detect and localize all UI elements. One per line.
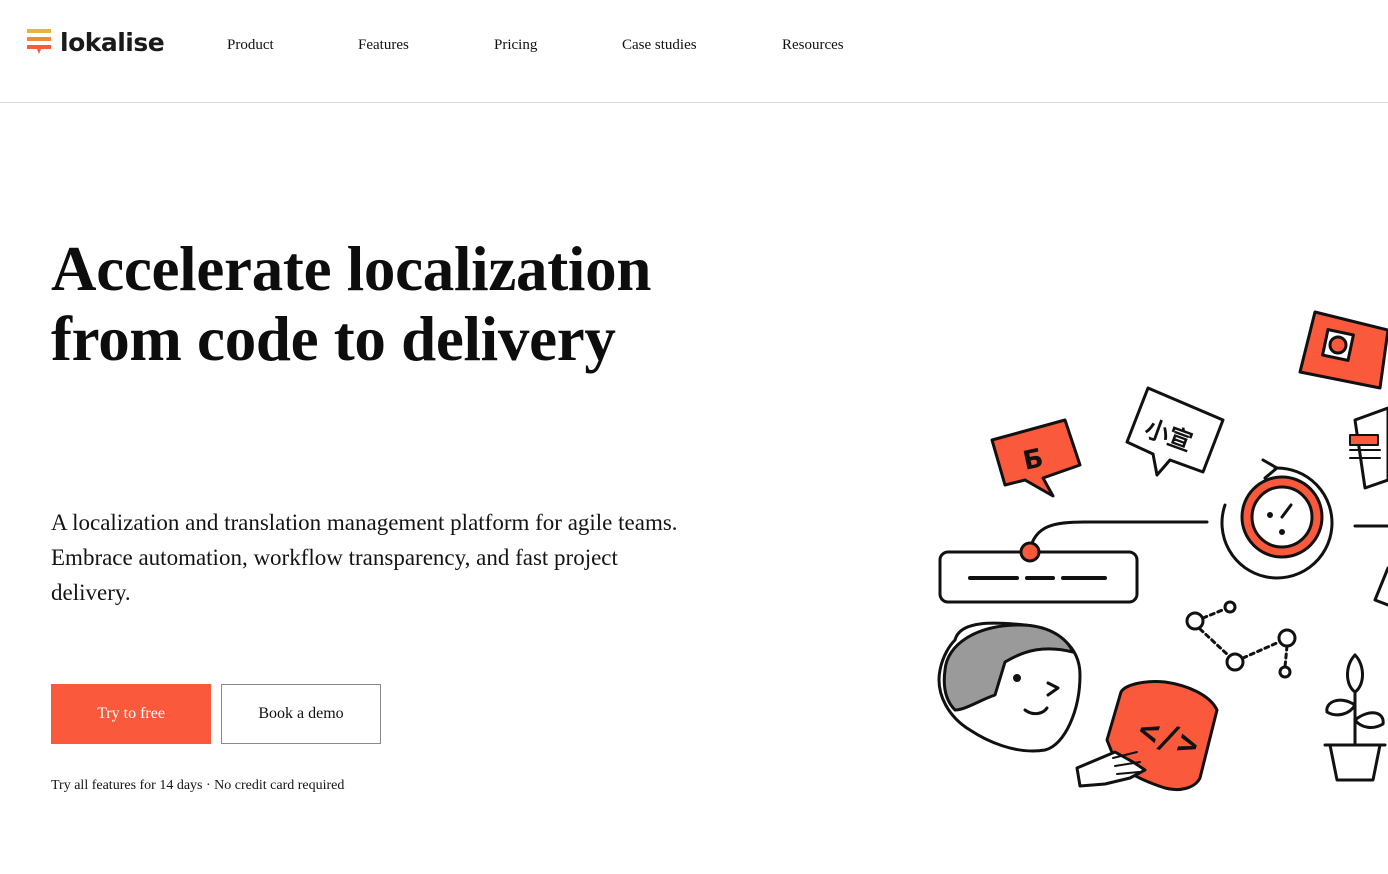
flag-icon <box>1298 310 1388 390</box>
code-tag-icon: </> <box>1075 680 1219 792</box>
nav-item-resources[interactable]: Resources <box>782 35 844 55</box>
hero-title-line-2: from code to delivery <box>51 304 616 374</box>
network-icon <box>1185 600 1297 679</box>
site-header: lokalise Product Features Pricing Case s… <box>0 0 1388 103</box>
clock-icon <box>1220 458 1334 580</box>
lokalise-logo-icon <box>27 29 51 54</box>
hero-title: Accelerate localization from code to del… <box>51 234 811 374</box>
keyboard-icon <box>938 541 1139 604</box>
book-demo-button[interactable]: Book a demo <box>221 684 381 744</box>
trial-note: Try all features for 14 days · No credit… <box>51 778 345 793</box>
person-icon <box>937 621 1082 753</box>
speech-bubble-icon: 小宣 <box>1125 386 1225 477</box>
try-free-button[interactable]: Try to free <box>51 684 211 744</box>
plant-icon <box>1323 653 1387 782</box>
hero-illustration: Б 小宣 </> <box>925 300 1388 800</box>
hero-title-line-1: Accelerate localization <box>51 234 652 304</box>
speech-bubble-icon: Б <box>990 418 1082 498</box>
nav-item-features[interactable]: Features <box>358 35 409 55</box>
nav-item-pricing[interactable]: Pricing <box>494 35 537 55</box>
nav-item-case-studies[interactable]: Case studies <box>622 35 697 55</box>
logo-wordmark: lokalise <box>60 28 165 57</box>
hero-subtitle: A localization and translation managemen… <box>51 510 678 605</box>
nav-item-product[interactable]: Product <box>227 35 274 55</box>
logo-link[interactable]: lokalise <box>27 27 165 59</box>
